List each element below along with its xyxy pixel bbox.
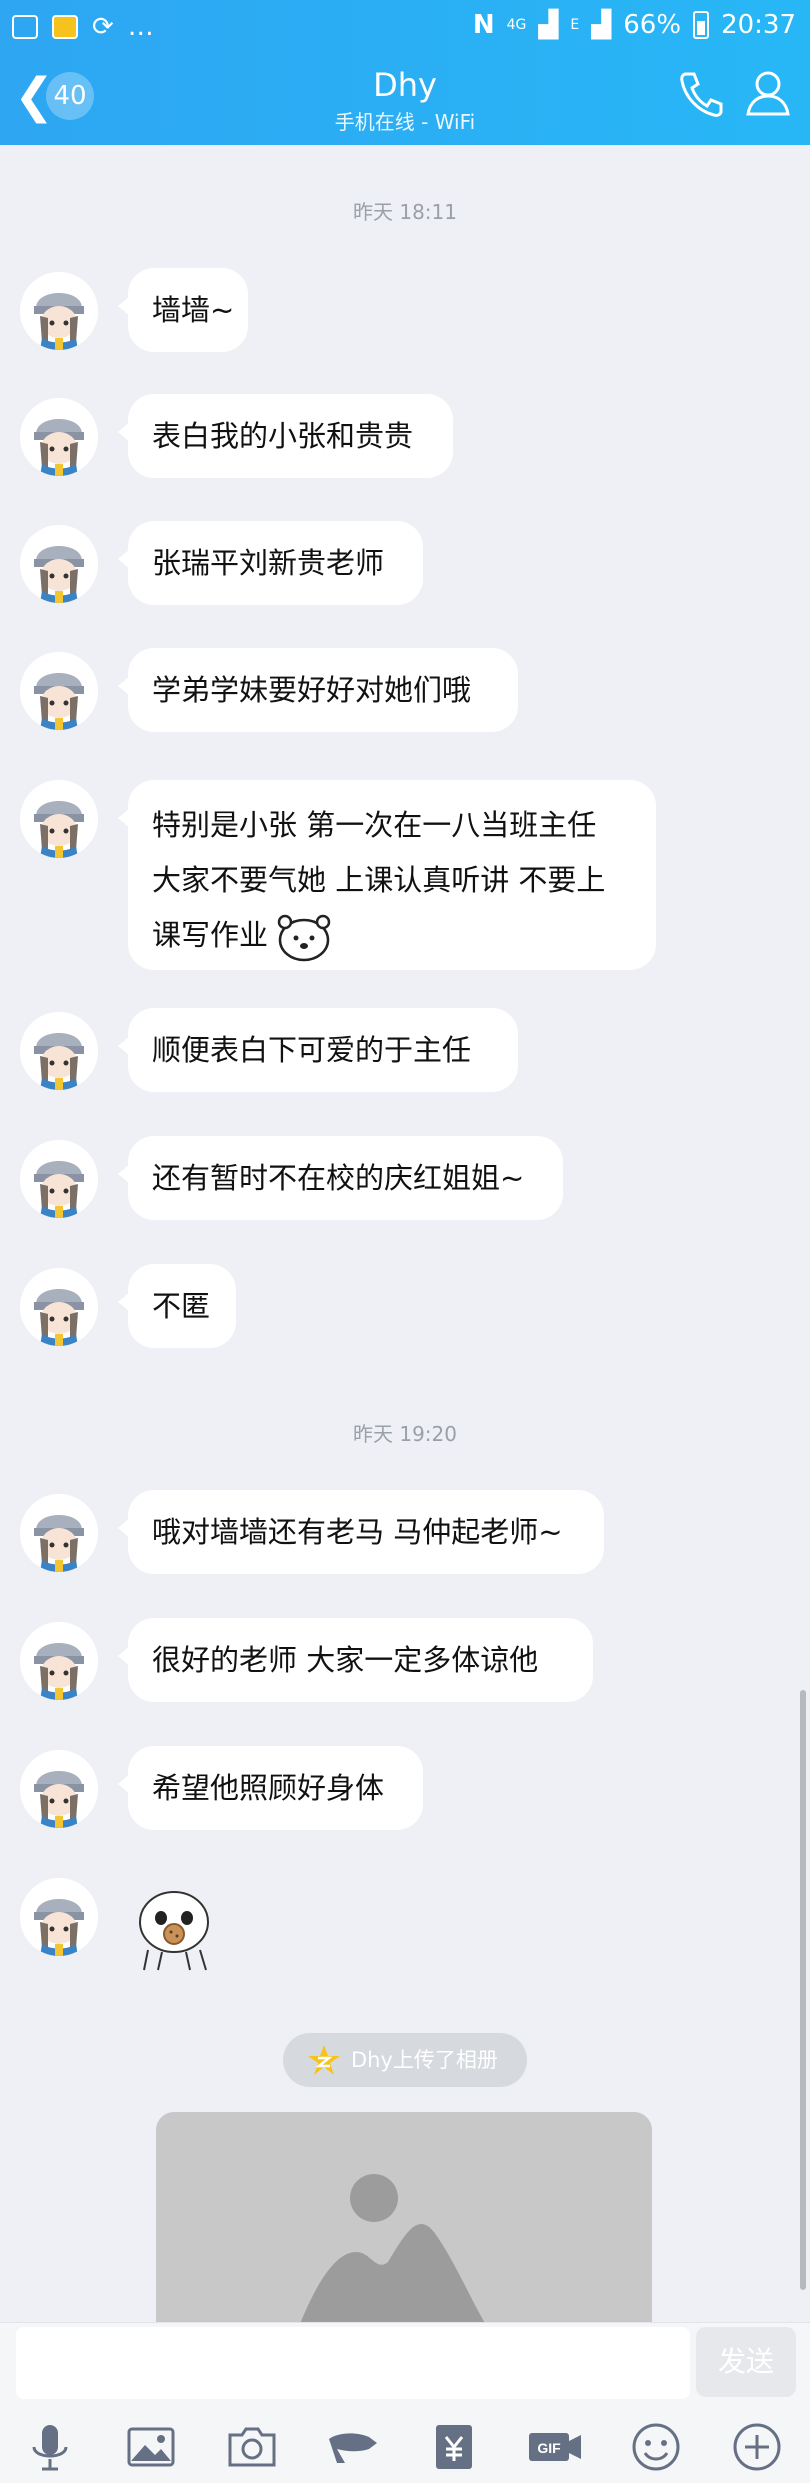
avatar[interactable] <box>20 525 98 603</box>
avatar-icon <box>20 1494 98 1572</box>
avatar-icon <box>20 1012 98 1090</box>
net-label: 4G <box>506 17 527 33</box>
message-bubble[interactable]: 还有暂时不在校的庆红姐姐~ <box>118 1136 563 1220</box>
input-bar: 发送 GIF <box>0 2322 810 2483</box>
gallery-notification-icon <box>12 15 38 39</box>
image-icon[interactable] <box>123 2419 179 2475</box>
title-bar: ⟳ … N 4G ▟ E ▟ 66% 20:37 ❮ 40 Dhy 手机在线 -… <box>0 0 810 145</box>
avatar-icon <box>20 1268 98 1346</box>
message-bubble[interactable]: 希望他照顾好身体 <box>118 1746 423 1830</box>
phone-call-icon[interactable] <box>676 68 724 120</box>
redpacket-icon[interactable] <box>325 2419 381 2475</box>
avatar[interactable] <box>20 1268 98 1346</box>
message-text: 特别是小张 第一次在一八当班主任 大家不要气她 上课认真听讲 不要上课写作业 <box>152 808 606 952</box>
qzone-star-icon <box>308 2045 340 2075</box>
chat-header: ❮ 40 Dhy 手机在线 - WiFi <box>0 60 810 140</box>
album-upload-notice[interactable]: Dhy上传了相册 <box>283 2033 527 2087</box>
avatar[interactable] <box>20 1140 98 1218</box>
message-bubble[interactable]: 特别是小张 第一次在一八当班主任 大家不要气她 上课认真听讲 不要上课写作业 <box>118 780 656 970</box>
net-label-2: E <box>570 17 580 33</box>
send-button[interactable]: 发送 <box>696 2327 796 2397</box>
message-bubble[interactable]: 表白我的小张和贵贵 <box>118 394 453 478</box>
message-input[interactable] <box>16 2327 690 2399</box>
avatar-icon <box>20 272 98 350</box>
avatar[interactable] <box>20 1622 98 1700</box>
avatar-icon <box>20 1140 98 1218</box>
avatar-icon <box>20 1878 98 1956</box>
image-placeholder-icon <box>296 2174 492 2334</box>
avatar-icon <box>20 1750 98 1828</box>
gif-icon[interactable]: GIF <box>527 2419 583 2475</box>
profile-icon[interactable] <box>744 68 792 120</box>
scrollbar[interactable] <box>800 1690 806 2290</box>
star-notification-icon <box>52 15 78 39</box>
message-bubble[interactable]: 顺便表白下可爱的于主任 <box>118 1008 518 1092</box>
avatar-icon <box>20 398 98 476</box>
nfc-icon: N <box>472 10 495 40</box>
message-bubble[interactable]: 不匿 <box>118 1264 236 1348</box>
status-bar: ⟳ … N 4G ▟ E ▟ 66% 20:37 <box>0 10 810 50</box>
svg-text:GIF: GIF <box>537 2440 561 2456</box>
notice-text: Dhy上传了相册 <box>351 2048 498 2072</box>
yuan-icon[interactable] <box>426 2419 482 2475</box>
plus-icon[interactable] <box>729 2419 785 2475</box>
album-photo-placeholder[interactable] <box>156 2112 652 2334</box>
avatar[interactable] <box>20 272 98 350</box>
sync-notification-icon: ⟳ <box>92 12 114 42</box>
signal-icon-2: ▟ <box>591 10 612 40</box>
message-bubble[interactable]: 很好的老师 大家一定多体谅他 <box>118 1618 593 1702</box>
mic-icon[interactable] <box>22 2419 78 2475</box>
avatar[interactable] <box>20 780 98 858</box>
avatar-icon <box>20 1622 98 1700</box>
message-bubble[interactable]: 墙墙~ <box>118 268 248 352</box>
cookie-sticker-icon[interactable] <box>128 1880 220 1972</box>
clock: 20:37 <box>721 10 796 40</box>
signal-icon: ▟ <box>538 10 559 40</box>
avatar[interactable] <box>20 1750 98 1828</box>
message-bubble[interactable]: 哦对墙墙还有老马 马仲起老师~ <box>118 1490 604 1574</box>
more-notifications-icon: … <box>127 12 154 42</box>
avatar[interactable] <box>20 1494 98 1572</box>
avatar-icon <box>20 652 98 730</box>
camera-icon[interactable] <box>224 2419 280 2475</box>
avatar-icon <box>20 780 98 858</box>
bear-emoticon-icon <box>277 914 331 962</box>
timestamp: 昨天 19:20 <box>353 1422 457 1446</box>
emoji-icon[interactable] <box>628 2419 684 2475</box>
input-toolbar: GIF <box>0 2419 810 2479</box>
avatar[interactable] <box>20 1878 98 1956</box>
avatar[interactable] <box>20 1012 98 1090</box>
battery-label: 66% <box>623 10 682 40</box>
timestamp: 昨天 18:11 <box>353 200 457 224</box>
avatar[interactable] <box>20 398 98 476</box>
avatar[interactable] <box>20 652 98 730</box>
avatar-icon <box>20 525 98 603</box>
battery-icon <box>693 11 710 39</box>
message-bubble[interactable]: 学弟学妹要好好对她们哦 <box>118 648 518 732</box>
message-bubble[interactable]: 张瑞平刘新贵老师 <box>118 521 423 605</box>
